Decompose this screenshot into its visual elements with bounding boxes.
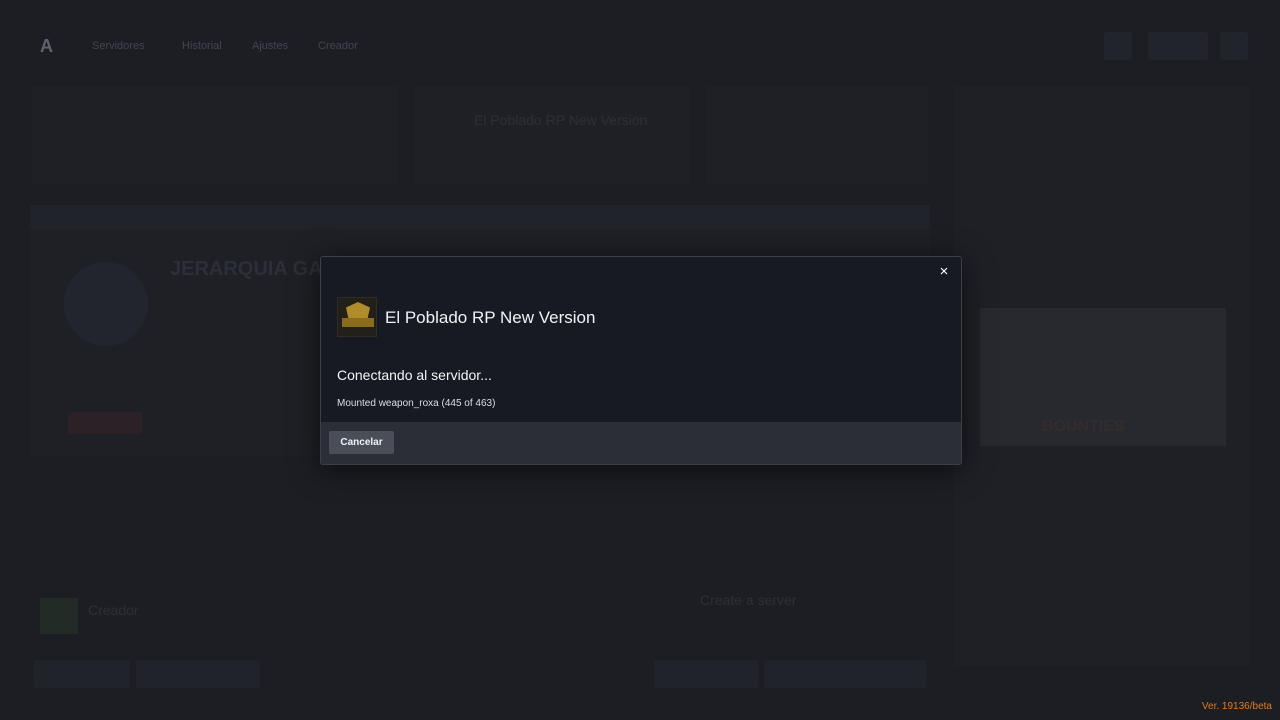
app-root: A Servidores Historial Ajustes Creador E… <box>0 0 1280 720</box>
server-logo-icon <box>337 297 377 337</box>
loading-detail: Mounted weapon_roxa (445 of 463) <box>337 398 496 409</box>
close-icon[interactable]: × <box>935 263 953 281</box>
connecting-modal: × El Poblado RP New Version Conectando a… <box>320 256 962 465</box>
version-label: Ver. 19136/beta <box>1201 701 1272 712</box>
modal-footer: Cancelar <box>321 422 961 464</box>
cancel-button[interactable]: Cancelar <box>329 431 394 454</box>
server-logo-banner <box>342 318 374 327</box>
modal-server-name: El Poblado RP New Version <box>385 308 596 327</box>
connection-status: Conectando al servidor... <box>337 367 492 383</box>
